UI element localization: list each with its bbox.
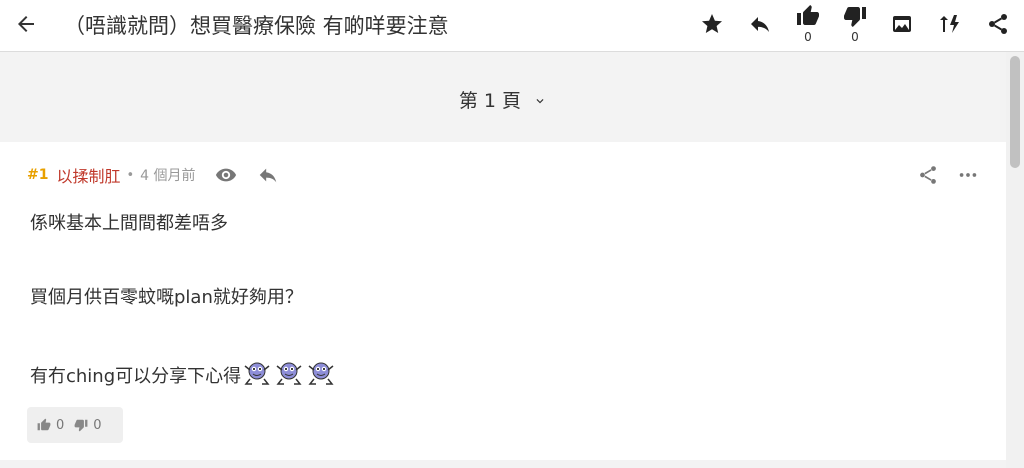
emoji-sticker-icon bbox=[244, 362, 270, 385]
post-line: 係咪基本上間間都差唔多 bbox=[30, 213, 228, 234]
thumbs-up-icon[interactable] bbox=[37, 418, 51, 432]
emoji-sticker-icon bbox=[276, 362, 302, 385]
dislike-count: 0 bbox=[851, 30, 859, 44]
post-body: 係咪基本上間間都差唔多 買個月供百零蚊嘅plan就好夠用？ 有冇ching可以分… bbox=[30, 212, 337, 387]
top-bar: （唔識就問）想買醫療保險 有啲咩要注意 0 0 bbox=[0, 0, 1024, 52]
page-label: 第 1 頁 bbox=[458, 90, 522, 112]
thumbs-down-icon[interactable] bbox=[74, 418, 88, 432]
post-line: 買個月供百零蚊嘅plan就好夠用？ bbox=[30, 287, 303, 308]
chevron-down-icon bbox=[536, 99, 544, 104]
share-icon[interactable] bbox=[986, 12, 1010, 36]
author-name[interactable]: 以揉制肛 bbox=[56, 163, 120, 187]
star-icon[interactable] bbox=[700, 12, 724, 36]
post-card: #1 以揉制肛 • 4 個月前 係咪基本上間間都差唔多 買個月供百零蚊嘅plan… bbox=[0, 142, 1006, 460]
page-selector[interactable]: 第 1 頁 bbox=[0, 86, 1006, 113]
thumbs-down-icon[interactable] bbox=[843, 4, 867, 28]
post-line: 有冇ching可以分享下心得 bbox=[30, 366, 242, 387]
post-header: #1 以揉制肛 • 4 個月前 bbox=[27, 164, 280, 186]
image-icon[interactable] bbox=[890, 12, 914, 36]
emoji-sticker-icon bbox=[308, 362, 334, 385]
quote-reply-icon[interactable] bbox=[256, 164, 280, 186]
share-icon[interactable] bbox=[916, 164, 940, 186]
reply-icon[interactable] bbox=[748, 12, 772, 36]
sort-icon[interactable] bbox=[938, 12, 962, 36]
vote-bar: 0 0 bbox=[27, 407, 123, 443]
post-like-count: 0 bbox=[56, 417, 65, 433]
thread-title: （唔識就問）想買醫療保險 有啲咩要注意 bbox=[64, 14, 449, 38]
pagination-bar: 第 1 頁 bbox=[0, 52, 1006, 142]
scrollbar[interactable] bbox=[1006, 52, 1024, 468]
post-dislike-count: 0 bbox=[93, 417, 102, 433]
thumbs-up-icon[interactable] bbox=[796, 4, 820, 28]
floor-number: #1 bbox=[27, 167, 49, 183]
post-time: 4 個月前 bbox=[140, 168, 196, 184]
arrow-left-icon[interactable] bbox=[14, 12, 38, 36]
eye-icon[interactable] bbox=[214, 164, 238, 186]
like-count: 0 bbox=[804, 30, 812, 44]
bottom-strip bbox=[0, 460, 1006, 468]
scrollbar-thumb[interactable] bbox=[1010, 56, 1020, 168]
more-icon[interactable] bbox=[956, 164, 980, 186]
post-line-with-emoji: 有冇ching可以分享下心得 bbox=[30, 360, 337, 387]
separator-dot: • bbox=[126, 167, 135, 183]
emoji-row bbox=[241, 362, 337, 387]
